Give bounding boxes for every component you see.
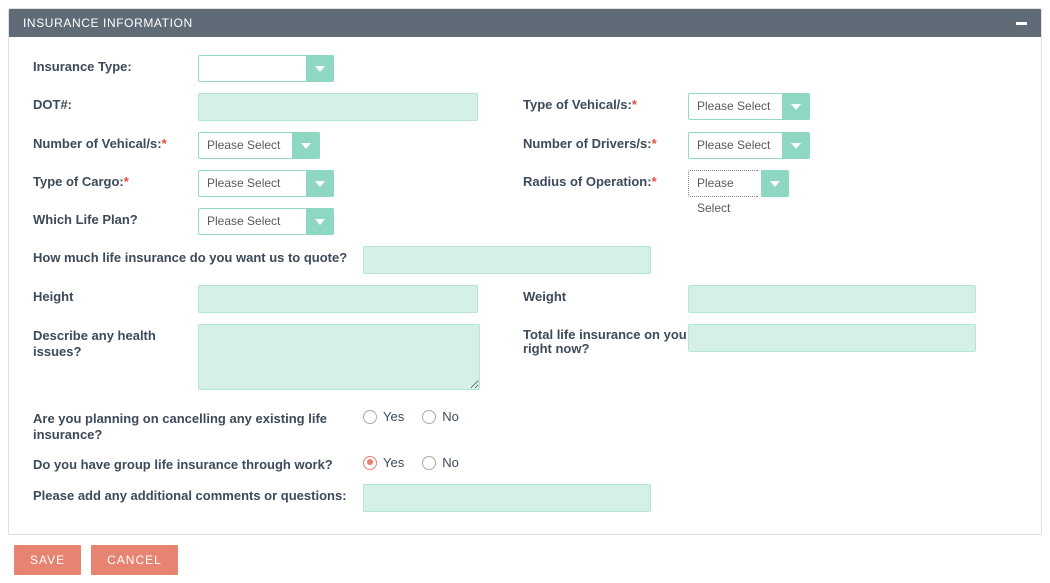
- label-total-life: Total life insurance on you right now?: [523, 324, 688, 355]
- label-height: Height: [33, 285, 198, 305]
- select-value: Please Select: [688, 93, 782, 120]
- label-cancel-existing: Are you planning on cancelling any exist…: [33, 407, 363, 442]
- panel-header[interactable]: INSURANCE INFORMATION: [9, 9, 1041, 37]
- chevron-down-icon: [306, 170, 334, 197]
- radio-label: Yes: [383, 455, 404, 470]
- cancel-existing-yes[interactable]: Yes: [363, 409, 404, 424]
- minus-icon[interactable]: [1016, 22, 1027, 25]
- group-life-yes[interactable]: Yes: [363, 455, 404, 470]
- radio-icon: [422, 456, 436, 470]
- panel-body: Insurance Type: DOT#:: [9, 37, 1041, 534]
- label-weight: Weight: [523, 285, 688, 305]
- label-comments: Please add any additional comments or qu…: [33, 484, 363, 504]
- height-input[interactable]: [198, 285, 478, 313]
- chevron-down-icon: [782, 132, 810, 159]
- form-container: INSURANCE INFORMATION Insurance Type:: [0, 0, 1050, 583]
- label-quote-amount: How much life insurance do you want us t…: [33, 246, 363, 266]
- insurance-type-select[interactable]: [198, 55, 334, 82]
- cancel-existing-radio-group: Yes No: [363, 407, 459, 424]
- label-life-plan: Which Life Plan?: [33, 208, 198, 228]
- save-button[interactable]: SAVE: [14, 545, 81, 575]
- chevron-down-icon: [306, 55, 334, 82]
- chevron-down-icon: [292, 132, 320, 159]
- label-health: Describe any health issues?: [33, 324, 198, 359]
- group-life-radio-group: Yes No: [363, 453, 459, 470]
- group-life-no[interactable]: No: [422, 455, 459, 470]
- select-value: Please Select: [198, 208, 306, 235]
- health-textarea[interactable]: [198, 324, 480, 390]
- num-vehicles-select[interactable]: Please Select: [198, 132, 320, 159]
- label-vehicle-type: Type of Vehical/s:*: [523, 93, 688, 113]
- radio-icon: [363, 410, 377, 424]
- label-radius: Radius of Operation:*: [523, 170, 688, 190]
- label-insurance-type: Insurance Type:: [33, 55, 198, 75]
- chevron-down-icon: [761, 170, 789, 197]
- life-plan-select[interactable]: Please Select: [198, 208, 334, 235]
- label-group-life: Do you have group life insurance through…: [33, 453, 363, 473]
- quote-amount-input[interactable]: [363, 246, 651, 274]
- comments-input[interactable]: [363, 484, 651, 512]
- total-life-input[interactable]: [688, 324, 976, 352]
- select-value: Please Select: [198, 132, 292, 159]
- label-num-vehicles: Number of Vehical/s:*: [33, 132, 198, 152]
- select-value: [198, 55, 306, 82]
- label-cargo-type: Type of Cargo:*: [33, 170, 198, 190]
- select-value: Please Select: [198, 170, 306, 197]
- insurance-panel: INSURANCE INFORMATION Insurance Type:: [8, 8, 1042, 535]
- select-value: Please Select: [688, 132, 782, 159]
- radio-label: No: [442, 409, 459, 424]
- dot-input[interactable]: [198, 93, 478, 121]
- radio-icon: [363, 456, 377, 470]
- label-dot: DOT#:: [33, 93, 198, 113]
- chevron-down-icon: [782, 93, 810, 120]
- panel-title: INSURANCE INFORMATION: [23, 16, 193, 30]
- chevron-down-icon: [306, 208, 334, 235]
- footer-buttons: SAVE CANCEL: [8, 535, 1042, 575]
- cancel-button[interactable]: CANCEL: [91, 545, 178, 575]
- cargo-type-select[interactable]: Please Select: [198, 170, 334, 197]
- vehicle-type-select[interactable]: Please Select: [688, 93, 810, 120]
- radius-select[interactable]: Please Select: [688, 170, 789, 197]
- weight-input[interactable]: [688, 285, 976, 313]
- radio-label: No: [442, 455, 459, 470]
- radio-label: Yes: [383, 409, 404, 424]
- num-drivers-select[interactable]: Please Select: [688, 132, 810, 159]
- cancel-existing-no[interactable]: No: [422, 409, 459, 424]
- select-value: Please Select: [688, 170, 758, 197]
- label-num-drivers: Number of Drivers/s:*: [523, 132, 688, 152]
- radio-icon: [422, 410, 436, 424]
